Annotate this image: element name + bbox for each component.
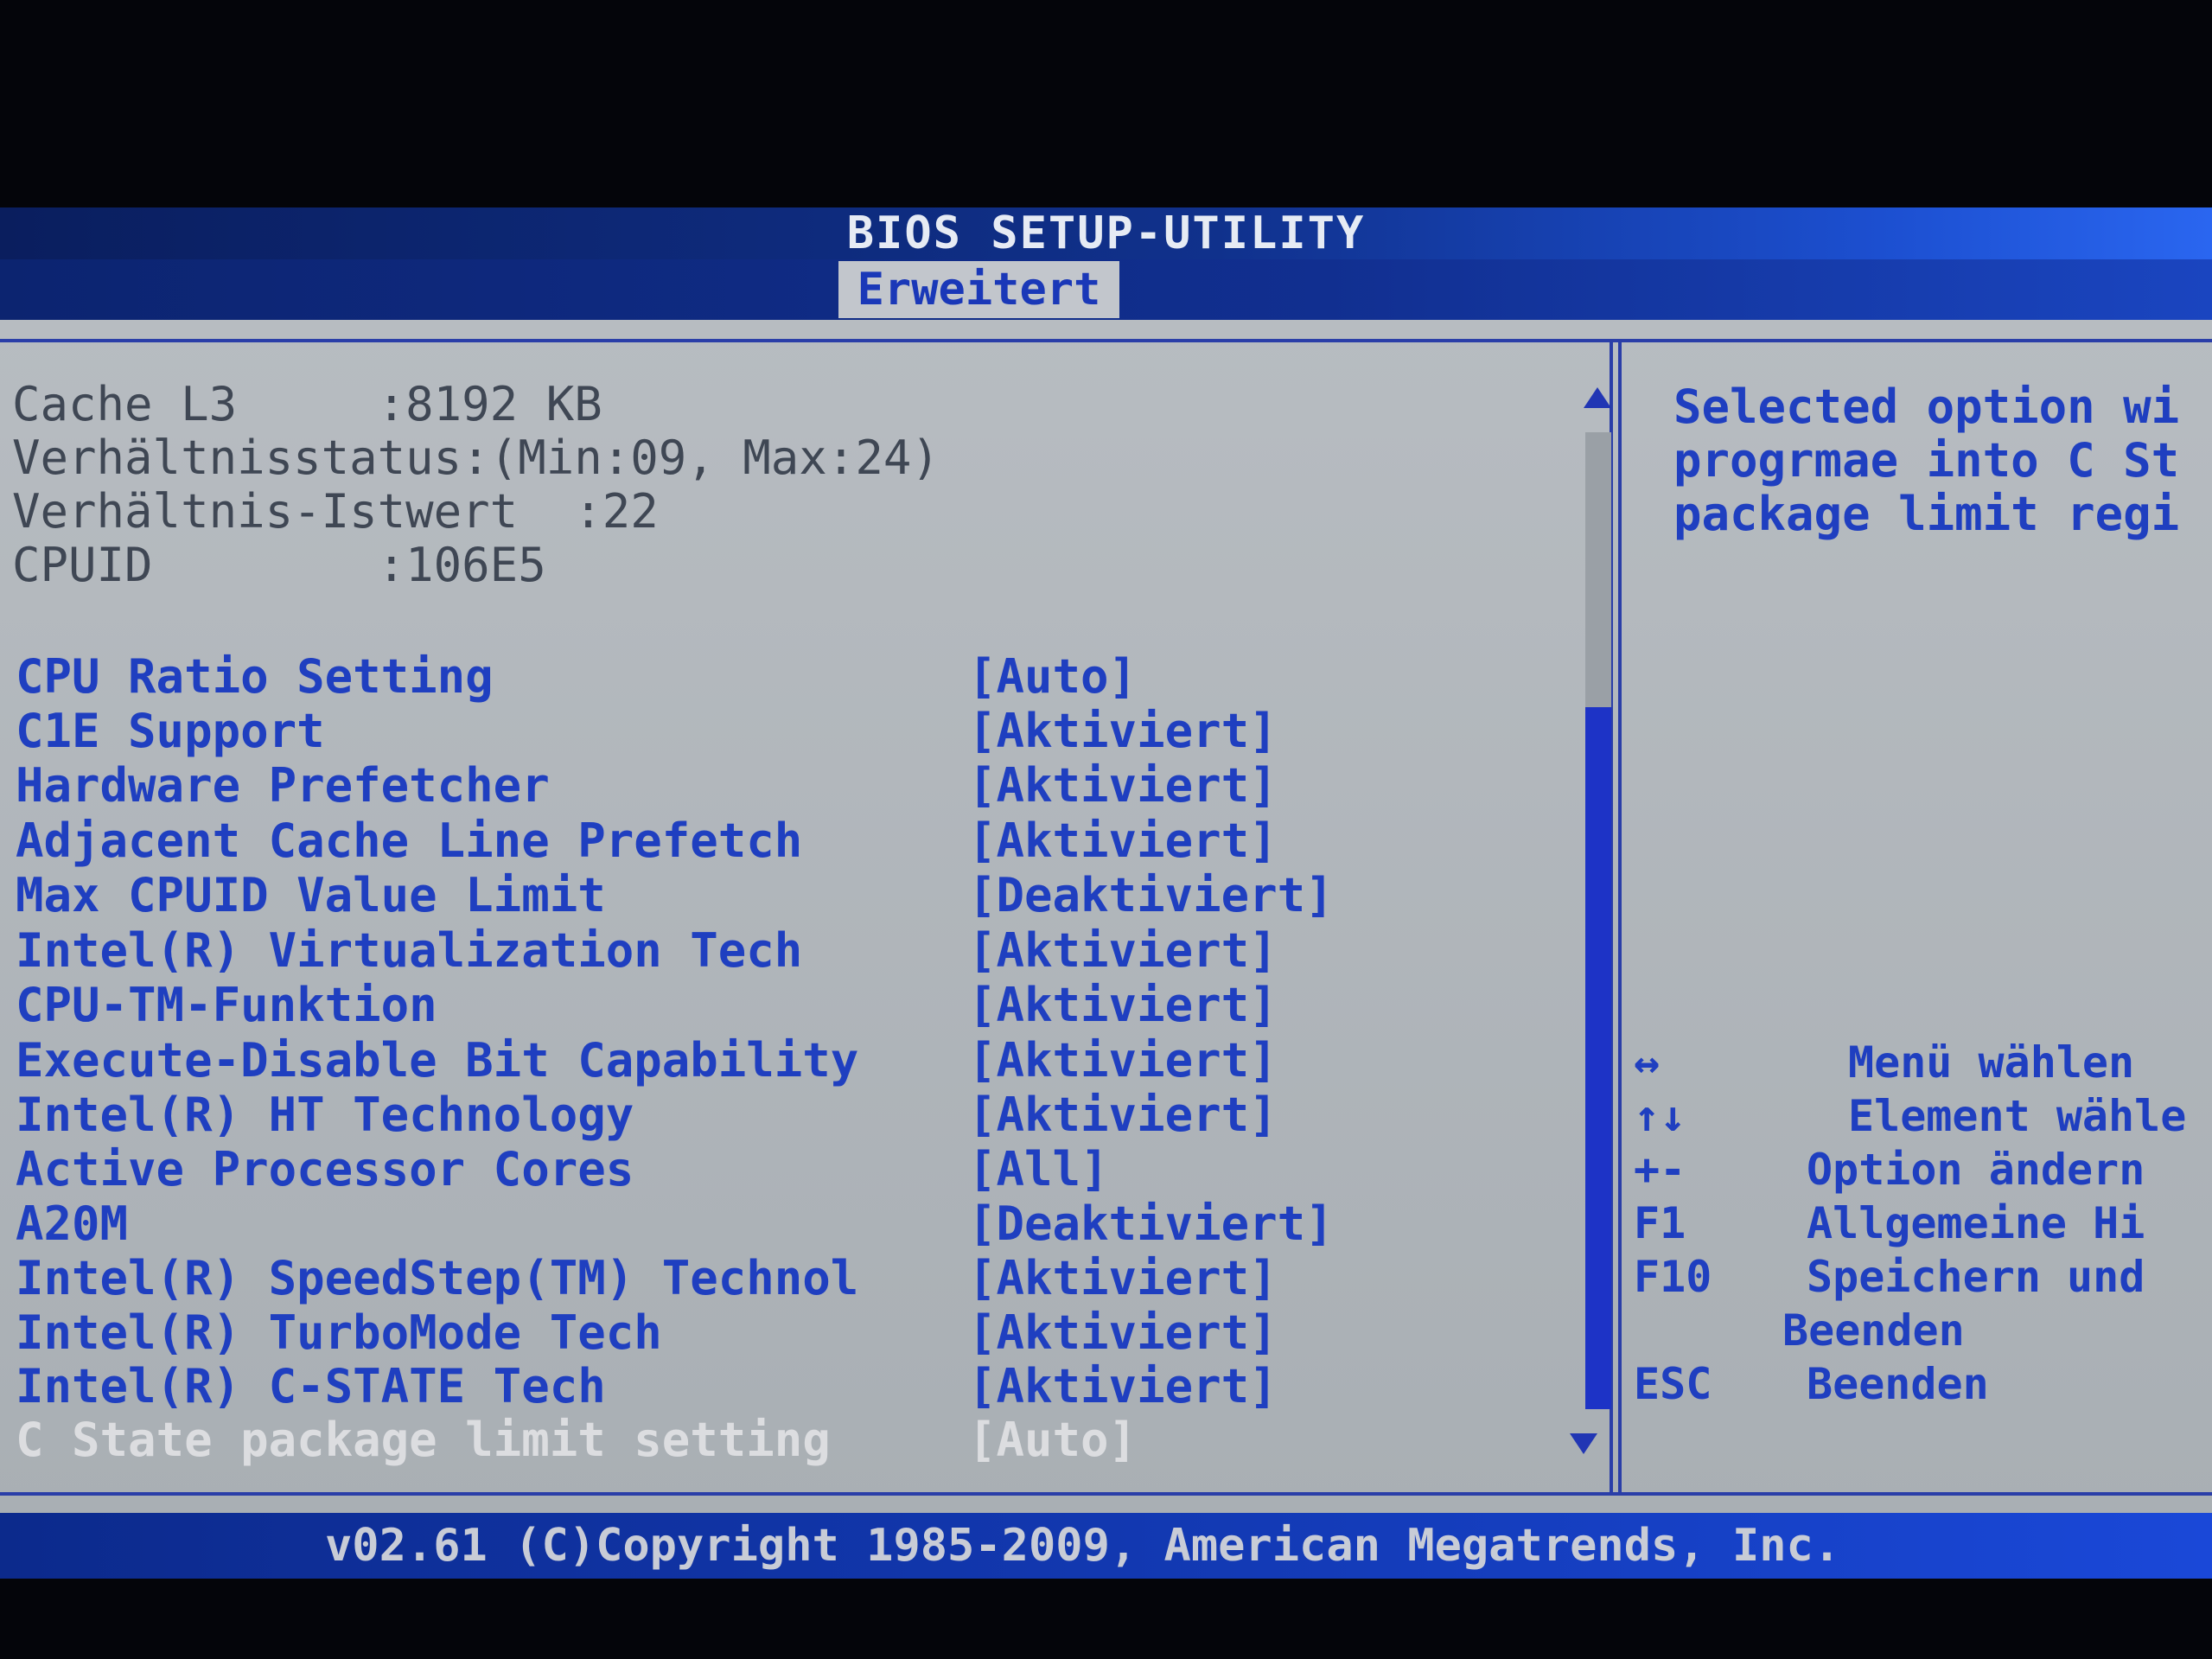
screen-bottom-bezel	[0, 1579, 2212, 1659]
key-legend-row: ↑↓ Element wähle	[1634, 1089, 2204, 1143]
key-description: Menü wählen	[1848, 1037, 2135, 1088]
scroll-up-arrow-icon[interactable]	[1584, 387, 1611, 408]
setting-value[interactable]: [Aktiviert]	[968, 1034, 1278, 1088]
key-legend-row: Beenden	[1634, 1304, 2204, 1357]
left-right-arrow-icon: ↔	[1634, 1037, 1661, 1088]
setting-value[interactable]: [Aktiviert]	[968, 924, 1278, 978]
setting-value[interactable]: [Deaktiviert]	[968, 869, 1334, 922]
key-name: F1	[1634, 1198, 1686, 1248]
scroll-down-arrow-icon[interactable]	[1570, 1433, 1597, 1454]
setting-label: Active Processor Cores	[16, 1142, 634, 1196]
up-down-arrow-icon: ↑↓	[1634, 1091, 1686, 1141]
scrollbar-thumb[interactable]	[1585, 707, 1611, 1409]
setting-cpu-tm[interactable]: CPU-TM-Funktion [Aktiviert]	[16, 979, 1571, 1032]
setting-label: C State package limit setting	[16, 1413, 831, 1467]
key-name: +-	[1634, 1145, 1686, 1195]
setting-label: CPU-TM-Funktion	[16, 978, 437, 1032]
setting-label: CPU Ratio Setting	[16, 649, 494, 704]
key-description: Allgemeine Hi	[1807, 1198, 2145, 1248]
key-description: Beenden	[1782, 1305, 1965, 1356]
setting-value[interactable]: [Auto]	[968, 1413, 1137, 1467]
setting-label: Intel(R) Virtualization Tech	[16, 923, 803, 978]
setting-ht-technology[interactable]: Intel(R) HT Technology [Aktiviert]	[16, 1088, 1571, 1142]
setting-label: Intel(R) C-STATE Tech	[16, 1359, 606, 1413]
setting-value[interactable]: [Aktiviert]	[968, 1306, 1278, 1360]
key-legend-row: ESC Beenden	[1634, 1357, 2204, 1411]
setting-adjacent-cache-line[interactable]: Adjacent Cache Line Prefetch [Aktiviert]	[16, 814, 1571, 868]
copyright-text: v02.61 (C)Copyright 1985-2009, American …	[325, 1520, 1841, 1572]
info-cpuid: CPUID :106E5	[12, 538, 546, 592]
setting-value[interactable]: [Aktiviert]	[968, 705, 1278, 758]
key-legend-row: F10 Speichern und	[1634, 1250, 2204, 1304]
key-name: ESC	[1634, 1359, 1712, 1409]
setting-value[interactable]: [Aktiviert]	[968, 759, 1278, 813]
setting-virtualization[interactable]: Intel(R) Virtualization Tech [Aktiviert]	[16, 924, 1571, 978]
key-description: Option ändern	[1807, 1145, 2145, 1195]
setting-label: Max CPUID Value Limit	[16, 868, 606, 922]
setting-active-cores[interactable]: Active Processor Cores [All]	[16, 1143, 1571, 1196]
setting-label: Hardware Prefetcher	[16, 758, 550, 813]
setting-value[interactable]: [Aktiviert]	[968, 1088, 1278, 1142]
key-name: F10	[1634, 1252, 1712, 1302]
help-text-line: progrmae into C St	[1673, 433, 2180, 488]
setting-max-cpuid[interactable]: Max CPUID Value Limit [Deaktiviert]	[16, 869, 1571, 922]
panel-divider	[1610, 339, 1622, 1496]
setting-label: Execute-Disable Bit Capability	[16, 1033, 859, 1088]
setting-label: C1E Support	[16, 704, 325, 758]
screen-top-bezel	[0, 0, 2212, 207]
window-title: BIOS SETUP-UTILITY	[846, 207, 1366, 259]
setting-value[interactable]: [All]	[968, 1143, 1109, 1196]
key-legend-row: F1 Allgemeine Hi	[1634, 1196, 2204, 1250]
setting-execute-disable[interactable]: Execute-Disable Bit Capability [Aktivier…	[16, 1034, 1571, 1088]
setting-value[interactable]: [Deaktiviert]	[968, 1197, 1334, 1251]
tab-erweitert[interactable]: Erweitert	[838, 261, 1119, 318]
setting-label: Adjacent Cache Line Prefetch	[16, 814, 803, 868]
setting-value[interactable]: [Auto]	[968, 650, 1137, 704]
setting-c-state[interactable]: Intel(R) C-STATE Tech [Aktiviert]	[16, 1360, 1571, 1413]
setting-label: A20M	[16, 1196, 129, 1251]
info-ratio-status: Verhältnisstatus:(Min:09, Max:24)	[12, 431, 940, 485]
setting-value[interactable]: [Aktiviert]	[968, 1360, 1278, 1413]
setting-c1e-support[interactable]: C1E Support [Aktiviert]	[16, 705, 1571, 758]
setting-cpu-ratio[interactable]: CPU Ratio Setting [Auto]	[16, 650, 1571, 704]
key-description: Speichern und	[1807, 1252, 2145, 1302]
info-cache-l3: Cache L3 :8192 KB	[12, 377, 602, 431]
key-description: Beenden	[1807, 1359, 1989, 1409]
setting-c-state-package-limit[interactable]: C State package limit setting [Auto]	[16, 1413, 1571, 1467]
setting-a20m[interactable]: A20M [Deaktiviert]	[16, 1197, 1571, 1251]
help-text-line: Selected option wi	[1673, 380, 2180, 434]
setting-value[interactable]: [Aktiviert]	[968, 1252, 1278, 1305]
setting-label: Intel(R) HT Technology	[16, 1088, 634, 1142]
setting-value[interactable]: [Aktiviert]	[968, 979, 1278, 1032]
setting-turbomode[interactable]: Intel(R) TurboMode Tech [Aktiviert]	[16, 1306, 1571, 1360]
setting-hardware-prefetcher[interactable]: Hardware Prefetcher [Aktiviert]	[16, 759, 1571, 813]
help-text-line: package limit regi	[1673, 487, 2180, 541]
key-legend-row: ↔ Menü wählen	[1634, 1036, 2204, 1089]
setting-label: Intel(R) SpeedStep(TM) Technol	[16, 1251, 859, 1305]
info-ratio-current: Verhältnis-Istwert :22	[12, 484, 659, 539]
setting-speedstep[interactable]: Intel(R) SpeedStep(TM) Technol [Aktivier…	[16, 1252, 1571, 1305]
key-description: Element wähle	[1848, 1091, 2187, 1141]
setting-label: Intel(R) TurboMode Tech	[16, 1305, 662, 1360]
key-legend-row: +- Option ändern	[1634, 1143, 2204, 1196]
setting-value[interactable]: [Aktiviert]	[968, 814, 1278, 868]
